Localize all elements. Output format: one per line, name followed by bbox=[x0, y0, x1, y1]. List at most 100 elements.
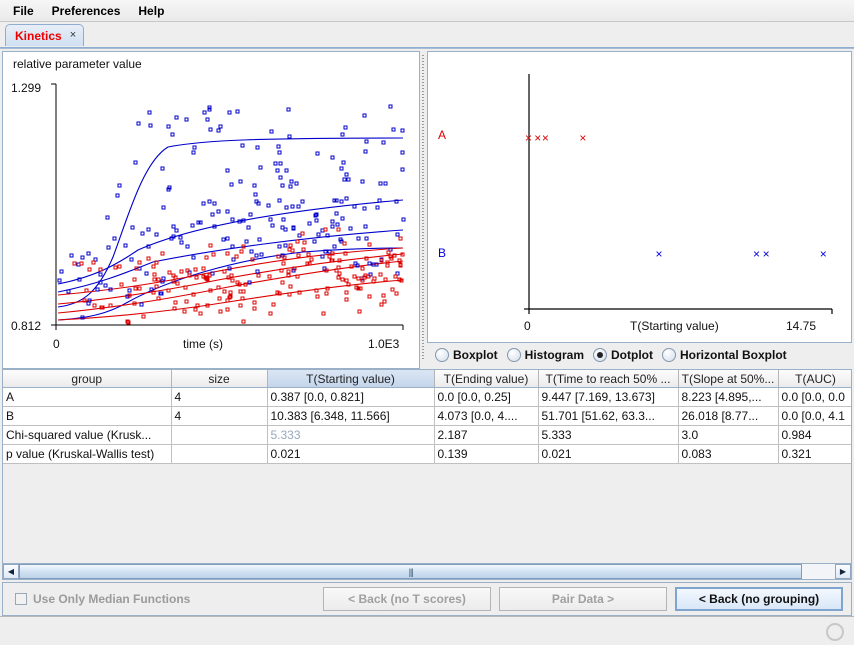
dotplot-group-a-label: A bbox=[438, 128, 446, 142]
col-header-ending-value[interactable]: T(Ending value) bbox=[434, 370, 539, 388]
scatter-x-max-tick: 1.0E3 bbox=[368, 337, 400, 351]
scatter-y-min-tick: 0.812 bbox=[11, 319, 41, 333]
svg-text:×: × bbox=[579, 131, 586, 145]
content-area: relative parameter value 1.299 0.812 0 1… bbox=[0, 48, 854, 616]
dotplot-x-max-tick: 14.75 bbox=[786, 319, 816, 333]
results-table[interactable]: group size T(Starting value) T(Ending va… bbox=[2, 369, 852, 564]
plots-pane: relative parameter value 1.299 0.812 0 1… bbox=[0, 49, 854, 369]
cell-auc: 0.0 [0.0, 4.1 bbox=[778, 406, 851, 426]
dotplot-axes bbox=[524, 74, 833, 314]
table-row[interactable]: Chi-squared value (Krusk... 5.333 2.187 … bbox=[3, 425, 851, 445]
tab-underline bbox=[0, 47, 854, 48]
table-row[interactable]: p value (Kruskal-Wallis test) 0.021 0.13… bbox=[3, 444, 851, 464]
plot-type-radio-group: Boxplot Histogram Dotplot Horizontal Box… bbox=[427, 343, 852, 367]
resize-grip-icon[interactable] bbox=[826, 623, 844, 641]
tab-kinetics-label: Kinetics bbox=[15, 28, 62, 43]
close-icon[interactable]: × bbox=[70, 30, 76, 41]
svg-text:×: × bbox=[820, 247, 827, 261]
radio-boxplot[interactable]: Boxplot bbox=[435, 348, 498, 362]
cell-size bbox=[171, 425, 268, 445]
cell-auc: 0.984 bbox=[778, 425, 851, 445]
cell-slope-at-50: 3.0 bbox=[678, 425, 779, 445]
cell-ending-value: 4.073 [0.0, 4.... bbox=[434, 406, 539, 426]
menu-preferences[interactable]: Preferences bbox=[43, 2, 130, 20]
radio-dotplot[interactable]: Dotplot bbox=[593, 348, 653, 362]
table-empty-area bbox=[3, 464, 851, 563]
cell-starting-value: 0.021 bbox=[267, 444, 435, 464]
right-plot-column: 0 14.75 T(Starting value) A B × × × × × × × × B… bbox=[427, 51, 852, 367]
tab-kinetics[interactable]: Kinetics × bbox=[5, 24, 85, 46]
checkbox-indicator bbox=[15, 593, 27, 605]
application-window: File Preferences Help Kinetics × relativ… bbox=[0, 0, 854, 645]
table-header-row: group size T(Starting value) T(Ending va… bbox=[3, 370, 851, 388]
col-header-auc[interactable]: T(AUC) bbox=[778, 370, 851, 388]
svg-text:×: × bbox=[534, 131, 541, 145]
scatter-axes bbox=[51, 83, 404, 330]
use-only-median-functions-checkbox[interactable]: Use Only Median Functions bbox=[15, 592, 323, 606]
checkbox-label: Use Only Median Functions bbox=[33, 592, 191, 606]
menu-bar: File Preferences Help bbox=[0, 0, 854, 22]
table-row[interactable]: A 4 0.387 [0.0, 0.821] 0.0 [0.0, 0.25] 9… bbox=[3, 387, 851, 407]
back-no-t-scores-button[interactable]: < Back (no T scores) bbox=[323, 587, 491, 611]
menu-file[interactable]: File bbox=[4, 2, 43, 20]
radio-histogram[interactable]: Histogram bbox=[506, 348, 585, 362]
cell-starting-value: 10.383 [6.348, 11.566] bbox=[267, 406, 435, 426]
radio-horizontal-boxplot-indicator bbox=[662, 348, 676, 362]
cell-time-to-50: 5.333 bbox=[538, 425, 679, 445]
plots-splitter[interactable] bbox=[420, 49, 427, 367]
cell-slope-at-50: 26.018 [8.77... bbox=[678, 406, 779, 426]
pair-data-button[interactable]: Pair Data > bbox=[499, 587, 667, 611]
cell-size: 4 bbox=[171, 406, 268, 426]
scrollbar-grip-icon: ||| bbox=[408, 566, 414, 577]
col-header-time-to-50[interactable]: T(Time to reach 50% ... bbox=[538, 370, 679, 388]
cell-slope-at-50: 0.083 bbox=[678, 444, 779, 464]
cell-size bbox=[171, 444, 268, 464]
table-row[interactable]: B 4 10.383 [6.348, 11.566] 4.073 [0.0, 4… bbox=[3, 406, 851, 426]
radio-dotplot-label: Dotplot bbox=[611, 348, 653, 362]
scatter-y-axis-label: relative parameter value bbox=[13, 57, 142, 71]
radio-histogram-label: Histogram bbox=[524, 348, 585, 362]
results-grid: group size T(Starting value) T(Ending va… bbox=[3, 370, 851, 464]
cell-ending-value: 0.0 [0.0, 0.25] bbox=[434, 387, 539, 407]
dotplot-x-axis-label: T(Starting value) bbox=[630, 319, 719, 333]
scatter-svg: relative parameter value 1.299 0.812 0 1… bbox=[11, 57, 406, 351]
scatter-blue-curves bbox=[57, 137, 404, 321]
table-horizontal-scrollbar[interactable]: ◀ ||| ▶ bbox=[2, 564, 852, 580]
scatter-x-min-tick: 0 bbox=[53, 337, 60, 351]
radio-dotplot-indicator bbox=[593, 348, 608, 362]
cell-ending-value: 2.187 bbox=[434, 425, 539, 445]
svg-text:×: × bbox=[542, 131, 549, 145]
cell-slope-at-50: 8.223 [4.895,... bbox=[678, 387, 779, 407]
col-header-group[interactable]: group bbox=[3, 370, 172, 388]
status-bar bbox=[0, 616, 854, 645]
cell-time-to-50: 9.447 [7.169, 13.673] bbox=[538, 387, 679, 407]
svg-text:×: × bbox=[525, 131, 532, 145]
menu-help[interactable]: Help bbox=[129, 2, 173, 20]
dotplot-panel[interactable]: 0 14.75 T(Starting value) A B × × × × × × × × bbox=[427, 51, 852, 343]
col-header-slope-at-50[interactable]: T(Slope at 50%... bbox=[678, 370, 779, 388]
scroll-right-arrow-icon[interactable]: ▶ bbox=[835, 564, 851, 579]
scatter-x-axis-label: time (s) bbox=[183, 337, 223, 351]
dotplot-group-b-label: B bbox=[438, 246, 446, 260]
svg-text:×: × bbox=[753, 247, 760, 261]
cell-group: A bbox=[3, 387, 172, 407]
cell-auc: 0.0 [0.0, 0.0 bbox=[778, 387, 851, 407]
scrollbar-track[interactable]: ||| bbox=[19, 564, 835, 579]
radio-horizontal-boxplot[interactable]: Horizontal Boxplot bbox=[662, 348, 787, 362]
svg-text:×: × bbox=[763, 247, 770, 261]
scroll-left-arrow-icon[interactable]: ◀ bbox=[3, 564, 19, 579]
dotplot-x-min-tick: 0 bbox=[524, 319, 531, 333]
cell-group: B bbox=[3, 406, 172, 426]
cell-time-to-50: 51.701 [51.62, 63.3... bbox=[538, 406, 679, 426]
svg-text:×: × bbox=[655, 247, 662, 261]
col-header-size[interactable]: size bbox=[171, 370, 268, 388]
col-header-starting-value[interactable]: T(Starting value) bbox=[267, 370, 435, 388]
dotplot-svg: 0 14.75 T(Starting value) A B × × × ×× × × × bbox=[438, 74, 833, 333]
tab-strip: Kinetics × bbox=[0, 22, 854, 48]
back-no-grouping-button[interactable]: < Back (no grouping) bbox=[675, 587, 843, 611]
scrollbar-thumb[interactable]: ||| bbox=[19, 564, 803, 579]
radio-histogram-indicator bbox=[506, 348, 521, 362]
kinetics-scatter-plot[interactable]: relative parameter value 1.299 0.812 0 1… bbox=[2, 51, 420, 369]
radio-horizontal-boxplot-label: Horizontal Boxplot bbox=[680, 348, 787, 362]
cell-starting-value: 0.387 [0.0, 0.821] bbox=[267, 387, 435, 407]
